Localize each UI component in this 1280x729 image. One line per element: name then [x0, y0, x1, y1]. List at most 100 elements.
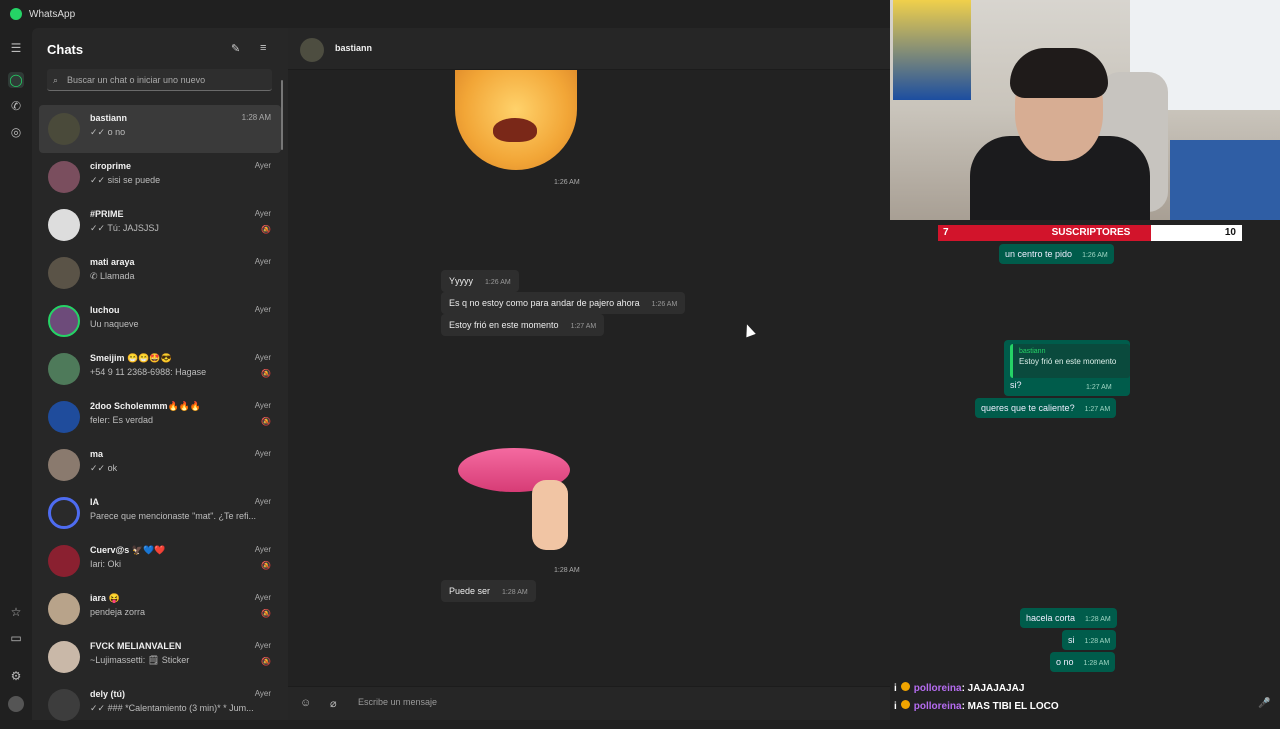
- subscriber-goal: 10: [1224, 227, 1236, 238]
- chat-item-ciroprime[interactable]: ciroprime ✓✓ sisi se puede Ayer: [39, 153, 281, 201]
- chat-preview: Uu naqueve: [90, 319, 139, 329]
- quote-text: Estoy frió en este momento: [1019, 357, 1117, 366]
- conversation-header[interactable]: bastiann: [288, 28, 890, 70]
- chat-name: #PRIME: [90, 209, 124, 219]
- chat-list-scrollbar[interactable]: [281, 80, 283, 150]
- chat-item-dely[interactable]: dely (tú) ✓✓ ### *Calentamiento (3 min)*…: [39, 681, 281, 729]
- chat-item-bastiann[interactable]: bastiann ✓✓ o no 1:28 AM: [39, 105, 281, 153]
- contact-avatar[interactable]: [300, 38, 324, 62]
- new-chat-icon[interactable]: ✎: [231, 42, 240, 55]
- avatar: [48, 449, 80, 481]
- outgoing-message[interactable]: hacela corta 1:28 AM: [1020, 608, 1117, 628]
- chat-name: Cuerv@s 🦅💙❤️: [90, 545, 166, 555]
- chat-item-fvck-melianvalen[interactable]: FVCK MELIANVALEN ~Lujimassetti: 🗒 Sticke…: [39, 633, 281, 681]
- stream-chat-row: i polloreina: MAS TIBI EL LOCO: [890, 700, 1280, 718]
- message-time: 1:27 AM: [570, 323, 597, 330]
- phone-icon[interactable]: ✆: [8, 98, 24, 114]
- incoming-message[interactable]: Yyyyy 1:26 AM: [441, 270, 519, 292]
- chat-item-mati-araya[interactable]: mati araya ✆ Llamada Ayer: [39, 249, 281, 297]
- avatar: [48, 209, 80, 241]
- window-titlebar: WhatsApp: [0, 0, 890, 28]
- chat-item-smeijim[interactable]: Smeijim 😁😁🤩😎 +54 9 11 2368-6988: Hagase …: [39, 345, 281, 393]
- incoming-message[interactable]: Es q no estoy como para andar de pajero …: [441, 292, 686, 314]
- chat-preview: +54 9 11 2368-6988: Hagase: [90, 367, 207, 377]
- message-input[interactable]: Escribe un mensaje: [358, 697, 437, 707]
- subscriber-label: SUSCRIPTORES: [1051, 227, 1131, 238]
- message-time: 1:27 AM: [1084, 406, 1111, 413]
- menu-icon[interactable]: ☰: [8, 40, 24, 56]
- sticker-time: 1:28 AM: [554, 567, 580, 574]
- message-composer: ☺ ⌀ Escribe un mensaje: [288, 686, 890, 720]
- incoming-message[interactable]: Puede ser 1:28 AM: [441, 580, 536, 602]
- chat-item-cuervos[interactable]: Cuerv@s 🦅💙❤️ Iari: Oki Ayer 🔕: [39, 537, 281, 585]
- chat-item-iara[interactable]: iara 😝 pendeja zorra Ayer 🔕: [39, 585, 281, 633]
- avatar: [48, 545, 80, 577]
- message-time: 1:26 AM: [651, 301, 678, 308]
- message-text: si: [1068, 635, 1075, 645]
- quote-author: bastiann: [1019, 348, 1046, 355]
- lips-sticker[interactable]: [458, 444, 570, 554]
- chat-time: Ayer: [254, 257, 271, 266]
- contact-name[interactable]: bastiann: [335, 43, 372, 53]
- info-icon: i: [894, 701, 897, 712]
- message-text: Puede ser: [449, 586, 491, 596]
- chat-item-prime[interactable]: #PRIME ✓✓ Tú: JAJSJSJ Ayer 🔕: [39, 201, 281, 249]
- chat-time: Ayer: [254, 305, 271, 314]
- emoji-sticker[interactable]: [455, 70, 577, 170]
- outgoing-message[interactable]: o no 1:28 AM: [1050, 652, 1116, 672]
- avatar: [48, 401, 80, 433]
- sticker-mouth: [493, 118, 537, 142]
- quoted-message[interactable]: bastiann Estoy frió en este momento: [1010, 344, 1130, 378]
- outgoing-message[interactable]: un centro te pido 1:26 AM: [999, 244, 1114, 264]
- chat-preview: ✓✓ Tú: JAJSJSJ: [90, 223, 159, 233]
- chat-name: iara 😝: [90, 593, 120, 603]
- filter-icon[interactable]: ≡: [260, 42, 266, 54]
- attach-icon[interactable]: ⌀: [330, 697, 337, 710]
- stream-chat-message: : MAS TIBI EL LOCO: [961, 701, 1059, 712]
- chat-item-ia[interactable]: IA Parece que mencionaste "mat". ¿Te ref…: [39, 489, 281, 537]
- conversation-pane: bastiann 1:26 AM Yyyyy 1:26 AM Es q no es…: [288, 28, 890, 720]
- settings-icon[interactable]: ⚙: [8, 668, 24, 684]
- archive-icon[interactable]: ▭: [8, 630, 24, 646]
- chat-name: ciroprime: [90, 161, 132, 171]
- emoji-icon[interactable]: ☺: [300, 697, 311, 709]
- status-icon[interactable]: ◎: [8, 124, 24, 140]
- chat-time: 1:28 AM: [241, 113, 271, 122]
- search-icon: ⌕: [53, 75, 59, 85]
- chat-item-ma[interactable]: ma ✓✓ ok Ayer: [39, 441, 281, 489]
- chat-time: Ayer: [254, 497, 271, 506]
- chat-preview: ✓✓ ok: [90, 463, 118, 473]
- avatar: [48, 161, 80, 193]
- incoming-message[interactable]: Estoy frió en este momento 1:27 AM: [441, 314, 605, 336]
- info-icon: i: [894, 683, 897, 694]
- stream-chat-user: polloreina: [913, 683, 962, 694]
- chat-preview: ~Lujimassetti: 🗒 Sticker: [90, 655, 190, 665]
- profile-avatar[interactable]: [8, 696, 24, 712]
- sticker-finger-shape: [532, 480, 568, 550]
- whatsapp-logo-icon: [10, 8, 22, 20]
- outgoing-message[interactable]: si 1:28 AM: [1062, 630, 1117, 650]
- outgoing-message[interactable]: queres que te caliente? 1:27 AM: [975, 398, 1117, 418]
- avatar: [48, 305, 80, 337]
- stream-chat-user: polloreina: [913, 701, 962, 712]
- chat-time: Ayer: [254, 449, 271, 458]
- search-placeholder: Buscar un chat o iniciar uno nuevo: [67, 75, 206, 85]
- muted-icon: 🔕: [261, 225, 271, 234]
- chat-item-luchou[interactable]: luchou Uu naqueve Ayer: [39, 297, 281, 345]
- message-text: Estoy frió en este momento: [449, 320, 559, 330]
- message-text: Es q no estoy como para andar de pajero …: [449, 298, 640, 308]
- message-text: un centro te pido: [1005, 249, 1073, 259]
- chat-item-scholem[interactable]: 2doo Scholemmm🔥🔥🔥 feler: Es verdad Ayer …: [39, 393, 281, 441]
- avatar: [48, 497, 80, 529]
- microphone-icon[interactable]: 🎤: [1258, 698, 1270, 709]
- chat-time: Ayer: [254, 689, 271, 698]
- chat-name: dely (tú): [90, 689, 125, 699]
- starred-icon[interactable]: ☆: [8, 604, 24, 620]
- chats-icon[interactable]: ◯: [8, 72, 24, 88]
- chat-preview: Iari: Oki: [90, 559, 122, 569]
- search-input[interactable]: ⌕ Buscar un chat o iniciar uno nuevo: [47, 69, 272, 91]
- chat-name: mati araya: [90, 257, 135, 267]
- chat-time: Ayer: [254, 593, 271, 602]
- chat-preview: ✓✓ o no: [90, 127, 126, 137]
- chat-time: Ayer: [254, 641, 271, 650]
